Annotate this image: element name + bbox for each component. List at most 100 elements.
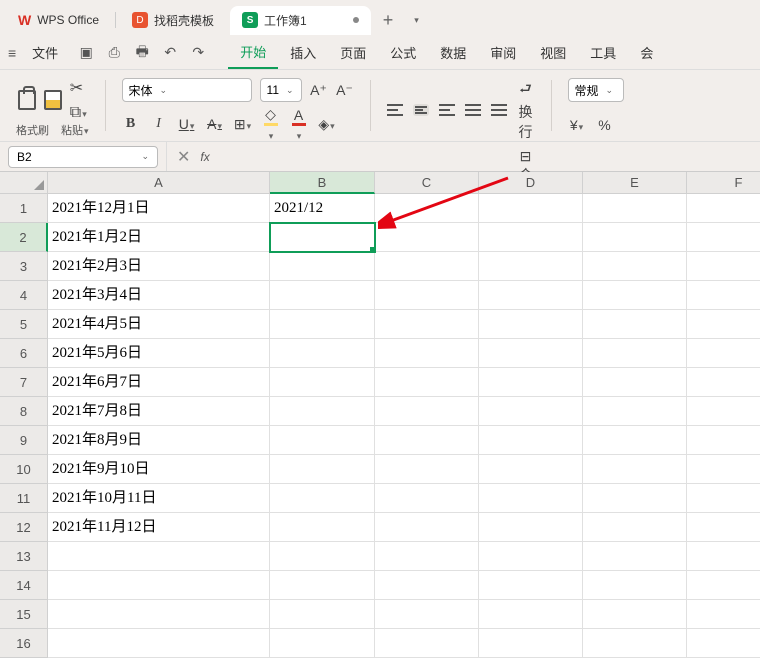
cell[interactable]: 2021年9月10日 <box>48 455 270 484</box>
bold-button[interactable]: B <box>122 116 140 132</box>
fx-icon[interactable]: fx <box>200 150 209 164</box>
row-header[interactable]: 2 <box>0 223 48 252</box>
cell[interactable] <box>583 484 687 513</box>
cell[interactable]: 2021年7月8日 <box>48 397 270 426</box>
row-header[interactable]: 11 <box>0 484 48 513</box>
cell[interactable] <box>687 513 760 542</box>
font-name-select[interactable]: 宋体⌄ <box>122 78 252 102</box>
cell[interactable] <box>375 571 479 600</box>
cell[interactable]: 2021年8月9日 <box>48 426 270 455</box>
font-color-button[interactable]: A▾ <box>290 107 308 142</box>
cell[interactable] <box>270 281 375 310</box>
cell[interactable] <box>375 426 479 455</box>
cell[interactable] <box>479 484 583 513</box>
app-tab-wps[interactable]: W WPS Office <box>6 6 111 34</box>
cell[interactable]: 2021年6月7日 <box>48 368 270 397</box>
cell[interactable] <box>583 542 687 571</box>
cell[interactable] <box>583 194 687 223</box>
decrease-indent-icon[interactable] <box>465 104 481 116</box>
row-header[interactable]: 8 <box>0 397 48 426</box>
fill-color-button[interactable]: ◇▾ <box>262 106 280 142</box>
cell[interactable] <box>375 542 479 571</box>
cell[interactable] <box>270 600 375 629</box>
cell[interactable] <box>583 571 687 600</box>
cell[interactable] <box>375 339 479 368</box>
format-painter-icon[interactable] <box>18 90 36 110</box>
app-tab-workbook[interactable]: S 工作簿1 <box>230 6 371 35</box>
column-header[interactable]: E <box>583 172 687 194</box>
menu-view[interactable]: 视图 <box>528 37 578 68</box>
cell[interactable] <box>687 571 760 600</box>
paste-icon[interactable] <box>44 90 62 110</box>
cell[interactable] <box>583 600 687 629</box>
cell[interactable] <box>270 571 375 600</box>
menu-insert[interactable]: 插入 <box>278 37 328 68</box>
cell[interactable] <box>479 281 583 310</box>
add-tab-button[interactable]: + <box>375 10 402 31</box>
menu-review[interactable]: 审阅 <box>478 37 528 68</box>
cell[interactable]: 2021年2月3日 <box>48 252 270 281</box>
italic-button[interactable]: I <box>150 116 168 132</box>
cell[interactable] <box>375 600 479 629</box>
cell[interactable] <box>479 223 583 252</box>
cell[interactable] <box>479 310 583 339</box>
row-header[interactable]: 6 <box>0 339 48 368</box>
hamburger-icon[interactable]: ≡ <box>8 45 16 61</box>
row-header[interactable]: 3 <box>0 252 48 281</box>
cell[interactable]: 2021年12月1日 <box>48 194 270 223</box>
cell[interactable] <box>479 368 583 397</box>
cell[interactable] <box>583 281 687 310</box>
font-size-select[interactable]: 11⌄ <box>260 78 302 102</box>
cell[interactable] <box>479 339 583 368</box>
cell[interactable] <box>687 223 760 252</box>
cell[interactable] <box>375 368 479 397</box>
row-header[interactable]: 7 <box>0 368 48 397</box>
border-button[interactable]: ⊞▾ <box>234 116 252 133</box>
cell[interactable] <box>375 252 479 281</box>
cell[interactable] <box>687 542 760 571</box>
formula-bar[interactable]: ✕ fx <box>166 142 760 171</box>
tab-menu-button[interactable]: ▾ <box>406 15 427 26</box>
cell[interactable] <box>270 455 375 484</box>
cell[interactable] <box>375 397 479 426</box>
cell[interactable]: 2021年10月11日 <box>48 484 270 513</box>
increase-font-icon[interactable]: A⁺ <box>310 82 328 99</box>
cell[interactable]: 2021年5月6日 <box>48 339 270 368</box>
menu-tools[interactable]: 工具 <box>578 37 628 68</box>
cell[interactable] <box>479 426 583 455</box>
cell[interactable] <box>479 629 583 658</box>
cell[interactable] <box>375 281 479 310</box>
cell[interactable]: 2021/12 <box>270 194 375 223</box>
currency-button[interactable]: ¥▾ <box>568 117 586 133</box>
copy-icon[interactable]: ⧉▾ <box>70 104 87 122</box>
cell[interactable] <box>687 339 760 368</box>
cell[interactable] <box>270 252 375 281</box>
cell[interactable]: 2021年11月12日 <box>48 513 270 542</box>
cell[interactable] <box>48 542 270 571</box>
clear-format-button[interactable]: ◈▾ <box>318 116 336 133</box>
cell[interactable] <box>48 629 270 658</box>
cell[interactable]: 2021年3月4日 <box>48 281 270 310</box>
cell[interactable] <box>687 426 760 455</box>
cell[interactable] <box>479 600 583 629</box>
cell[interactable] <box>583 252 687 281</box>
column-header[interactable]: C <box>375 172 479 194</box>
strikethrough-button[interactable]: A▾ <box>206 116 224 132</box>
cell[interactable] <box>687 310 760 339</box>
increase-indent-icon[interactable] <box>491 104 507 116</box>
menu-page[interactable]: 页面 <box>328 37 378 68</box>
percent-button[interactable]: % <box>596 117 614 133</box>
cell[interactable] <box>687 194 760 223</box>
column-header[interactable]: A <box>48 172 270 194</box>
row-header[interactable]: 4 <box>0 281 48 310</box>
cancel-icon[interactable]: ✕ <box>177 147 190 167</box>
cell[interactable] <box>583 223 687 252</box>
cell[interactable] <box>479 194 583 223</box>
underline-button[interactable]: U▾ <box>178 116 196 132</box>
cell[interactable] <box>583 513 687 542</box>
redo-icon[interactable]: ↷ <box>190 45 206 61</box>
menu-more[interactable]: 会 <box>628 37 665 68</box>
cell[interactable] <box>583 629 687 658</box>
cell[interactable]: 2021年1月2日 <box>48 223 270 252</box>
cell[interactable] <box>270 368 375 397</box>
